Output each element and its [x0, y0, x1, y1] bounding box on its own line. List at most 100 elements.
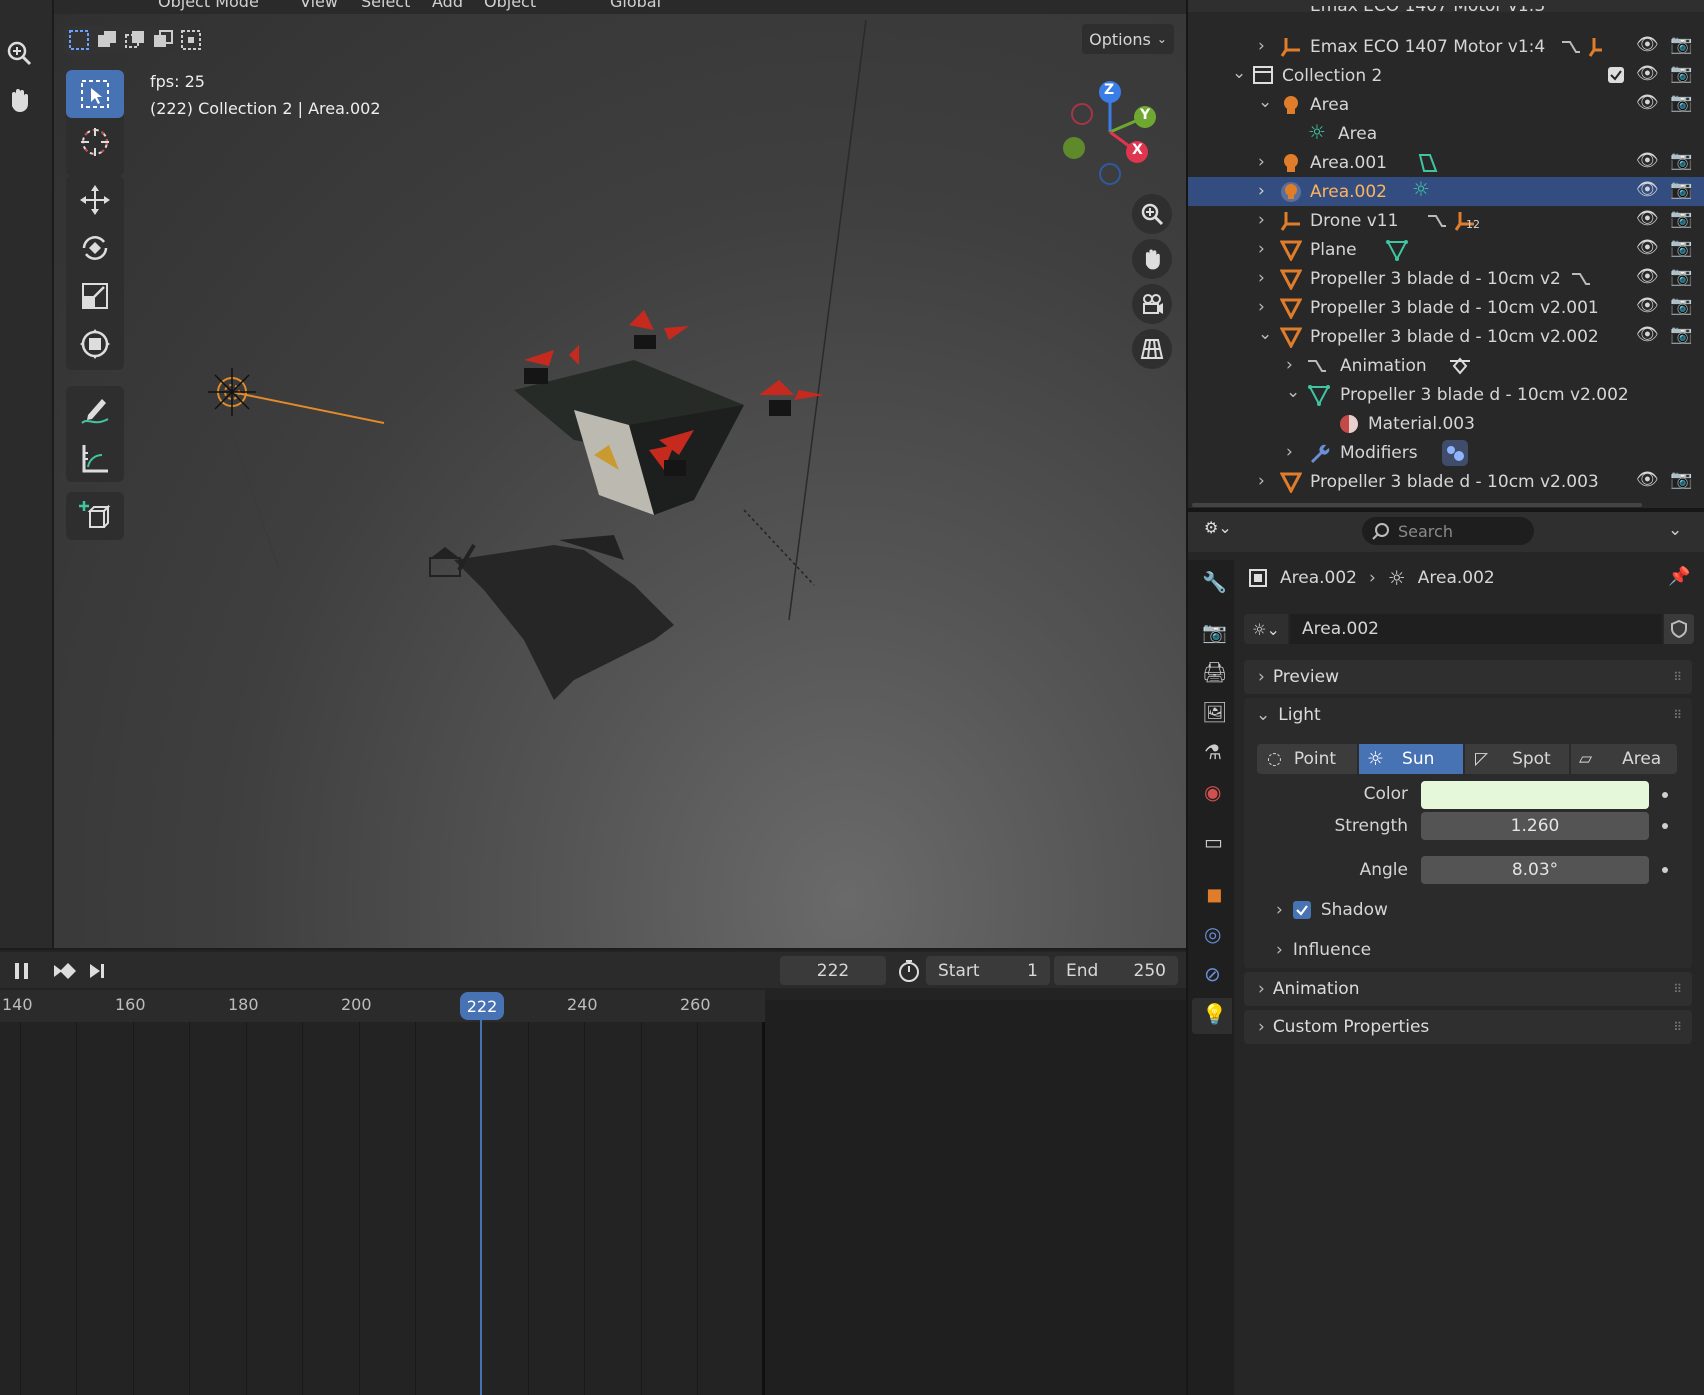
- chevron-down-icon[interactable]: ⌄: [1258, 324, 1272, 344]
- outliner-row-area-001[interactable]: › Area.001 👁 📷: [1188, 148, 1704, 177]
- world-tab-icon[interactable]: ◉: [1204, 780, 1221, 804]
- outliner-row-motor-3[interactable]: Emax ECO 1407 Motor v1:3: [1188, 6, 1704, 20]
- editor-type-button[interactable]: ⚙⌄: [1204, 518, 1232, 537]
- measure-tool[interactable]: [66, 434, 124, 482]
- options-dropdown[interactable]: Options ⌄: [1082, 24, 1174, 54]
- chevron-right-icon[interactable]: ›: [1258, 181, 1265, 201]
- move-tool[interactable]: [66, 176, 124, 224]
- chevron-down-icon[interactable]: ⌄: [1258, 92, 1272, 112]
- start-frame-field[interactable]: Start 1: [926, 956, 1050, 985]
- eye-icon[interactable]: 👁: [1636, 63, 1659, 84]
- view-layer-tab-icon[interactable]: 🖼: [1202, 700, 1227, 724]
- select-intersect-icon[interactable]: [180, 29, 202, 51]
- camera-render-icon[interactable]: 📷: [1670, 179, 1692, 200]
- eye-icon[interactable]: 👁: [1636, 324, 1659, 345]
- chevron-right-icon[interactable]: ›: [1286, 442, 1293, 462]
- stopwatch-icon[interactable]: [896, 958, 922, 984]
- shadow-subpanel[interactable]: › Shadow: [1276, 900, 1388, 920]
- preview-panel-header[interactable]: › Preview ⠿: [1244, 660, 1692, 694]
- render-tab-icon[interactable]: 📷: [1202, 620, 1227, 644]
- end-frame-field[interactable]: End 250: [1054, 956, 1178, 985]
- eye-icon[interactable]: 👁: [1636, 266, 1659, 287]
- light-data-tab-active[interactable]: 💡: [1192, 998, 1232, 1034]
- object-mode-dropdown[interactable]: Object Mode: [158, 0, 259, 11]
- menu-object[interactable]: Object: [484, 0, 536, 11]
- keyframe-dot[interactable]: [1662, 792, 1668, 798]
- outliner-row-modifiers[interactable]: › Modifiers: [1188, 438, 1704, 467]
- select-mode-buttons[interactable]: [64, 26, 204, 54]
- chevron-right-icon[interactable]: ›: [1258, 239, 1265, 259]
- outliner-row-plane[interactable]: › Plane 👁 📷: [1188, 235, 1704, 264]
- scene-tab-icon[interactable]: ⚗: [1204, 740, 1222, 764]
- light-type-point[interactable]: ◌ Point: [1257, 744, 1357, 774]
- perspective-toggle-button[interactable]: [1132, 329, 1172, 369]
- transform-tool[interactable]: [66, 320, 124, 368]
- current-frame-field[interactable]: 222: [780, 956, 886, 985]
- drag-handle-icon[interactable]: ⠿: [1673, 982, 1682, 996]
- eye-icon[interactable]: 👁: [1636, 295, 1659, 316]
- camera-render-icon[interactable]: 📷: [1670, 237, 1692, 258]
- select-extend-icon[interactable]: [96, 29, 118, 51]
- chevron-down-icon[interactable]: ⌄: [1668, 520, 1682, 540]
- chevron-right-icon[interactable]: ›: [1258, 471, 1265, 491]
- outliner-row-area[interactable]: ⌄ Area 👁 📷: [1188, 90, 1704, 119]
- chevron-right-icon[interactable]: ›: [1258, 297, 1265, 317]
- camera-render-icon[interactable]: 📷: [1670, 324, 1692, 345]
- menu-add[interactable]: Add: [432, 0, 463, 11]
- outliner-row-propeller-v2-002[interactable]: ⌄ Propeller 3 blade d - 10cm v2.002 👁 📷: [1188, 322, 1704, 351]
- chevron-down-icon[interactable]: ⌄: [1286, 382, 1300, 402]
- playhead-line[interactable]: [480, 1008, 482, 1395]
- eye-icon[interactable]: 👁: [1636, 469, 1659, 490]
- cursor-tool[interactable]: [66, 118, 124, 166]
- camera-render-icon[interactable]: 📷: [1670, 266, 1692, 287]
- chevron-right-icon[interactable]: ›: [1286, 355, 1293, 375]
- menu-view[interactable]: View: [300, 0, 338, 11]
- camera-render-icon[interactable]: 📷: [1670, 63, 1692, 84]
- rotate-tool[interactable]: [66, 224, 124, 272]
- camera-render-icon[interactable]: 📷: [1670, 469, 1692, 490]
- camera-render-icon[interactable]: 📷: [1670, 92, 1692, 113]
- eye-icon[interactable]: 👁: [1636, 179, 1659, 200]
- fake-user-button[interactable]: [1664, 614, 1694, 644]
- eye-icon[interactable]: 👁: [1636, 208, 1659, 229]
- properties-search[interactable]: Search: [1362, 517, 1534, 545]
- eye-icon[interactable]: 👁: [1636, 34, 1659, 55]
- light-type-spot[interactable]: ◸ Spot: [1465, 744, 1569, 774]
- light-panel-header[interactable]: ⌄ Light ⠿: [1244, 698, 1692, 732]
- keyframe-dot[interactable]: [1662, 867, 1668, 873]
- checkbox-icon[interactable]: [1608, 67, 1624, 83]
- camera-render-icon[interactable]: 📷: [1670, 150, 1692, 171]
- tool-tab-icon[interactable]: 🔧: [1202, 570, 1227, 594]
- outliner-row-propeller-v2-001[interactable]: › Propeller 3 blade d - 10cm v2.001 👁 📷: [1188, 293, 1704, 322]
- datablock-type-dropdown[interactable]: ☼⌄: [1244, 614, 1288, 644]
- pan-button[interactable]: [1132, 239, 1172, 279]
- strength-field[interactable]: 1.260: [1421, 812, 1649, 840]
- pause-button[interactable]: [10, 960, 34, 982]
- camera-view-button[interactable]: [1132, 284, 1172, 324]
- outliner-row-propeller-v2-003[interactable]: › Propeller 3 blade d - 10cm v2.003 👁 📷: [1188, 467, 1704, 496]
- influence-subpanel[interactable]: › Influence: [1276, 940, 1371, 960]
- outliner-row-area-data[interactable]: ☼ Area: [1188, 119, 1704, 148]
- angle-field[interactable]: 8.03°: [1421, 856, 1649, 884]
- chevron-right-icon[interactable]: ›: [1258, 268, 1265, 288]
- pan-hand-icon[interactable]: [4, 85, 34, 115]
- eye-icon[interactable]: 👁: [1636, 237, 1659, 258]
- select-box-tool[interactable]: [66, 70, 124, 118]
- datablock-name-field[interactable]: Area.002: [1290, 614, 1662, 644]
- annotate-tool[interactable]: [66, 386, 124, 434]
- jump-end-button[interactable]: [86, 960, 108, 982]
- outliner-row-area-002[interactable]: › Area.002 ☼ 👁 📷: [1188, 177, 1704, 206]
- light-type-sun[interactable]: ☼ Sun: [1359, 744, 1463, 774]
- pin-icon[interactable]: 📌: [1668, 566, 1690, 587]
- scale-tool[interactable]: [66, 272, 124, 320]
- 3d-viewport[interactable]: Object Mode View Select Add Object Globa…: [54, 0, 1186, 948]
- custom-properties-panel-header[interactable]: › Custom Properties ⠿: [1244, 1010, 1692, 1044]
- zoom-view-icon[interactable]: [4, 38, 34, 68]
- collection-tab-icon[interactable]: ▭: [1204, 830, 1223, 854]
- zoom-button[interactable]: [1132, 194, 1172, 234]
- outliner-row-drone[interactable]: › Drone v11 12 👁 📷: [1188, 206, 1704, 235]
- select-subtract-icon[interactable]: [124, 29, 146, 51]
- camera-render-icon[interactable]: 📷: [1670, 34, 1692, 55]
- outliner-row-collection-2[interactable]: ⌄ Collection 2 👁 📷: [1188, 61, 1704, 90]
- eye-icon[interactable]: 👁: [1636, 92, 1659, 113]
